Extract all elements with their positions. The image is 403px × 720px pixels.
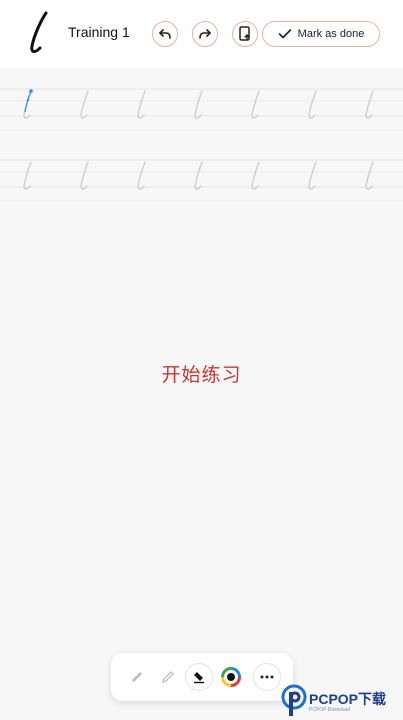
practice-row-1 <box>0 88 403 131</box>
pencil-light-icon <box>161 671 174 684</box>
page-title: Training 1 <box>68 24 130 40</box>
guide-letter <box>80 161 89 190</box>
practice-grid[interactable] <box>0 68 403 208</box>
top-bar: Training 1 Mark as done <box>0 0 403 68</box>
pcpop-logo-icon <box>281 684 307 716</box>
letter-preview-icon <box>30 11 48 54</box>
guide-letter <box>308 161 317 190</box>
mark-as-done-label: Mark as done <box>297 28 365 40</box>
guide-letter <box>137 90 146 119</box>
more-options-button[interactable] <box>253 663 281 691</box>
guide-letter <box>80 90 89 119</box>
guide-letter <box>194 90 203 119</box>
color-wheel-icon <box>221 667 241 687</box>
pencil-icon <box>132 672 142 682</box>
guide-letter <box>194 161 203 190</box>
more-icon <box>260 675 274 679</box>
watermark-subtext: PCPOP Download <box>309 707 351 713</box>
guide-letter <box>365 161 374 190</box>
practice-row-2 <box>0 159 403 202</box>
guide-letter <box>23 161 32 190</box>
phone-export-icon <box>239 26 250 41</box>
start-practice-text: 开始练习 <box>161 365 242 386</box>
guide-letter <box>137 161 146 190</box>
export-button[interactable] <box>232 21 258 47</box>
redo-arrow-icon <box>199 29 211 39</box>
redo-button[interactable] <box>192 21 218 47</box>
guide-letter <box>251 161 260 190</box>
pencil-tool-button[interactable] <box>123 663 151 691</box>
undo-arrow-icon <box>159 29 171 39</box>
eraser-icon <box>194 672 204 684</box>
color-picker-button[interactable] <box>217 663 245 691</box>
guide-letters <box>23 90 374 190</box>
eraser-tool-button[interactable] <box>185 663 213 691</box>
guide-letter <box>365 90 374 119</box>
check-icon <box>278 29 291 39</box>
watermark-text: PCPOP下载 <box>309 691 387 707</box>
guide-letter <box>308 90 317 119</box>
drawing-toolbar <box>111 653 293 701</box>
watermark: PCPOP下载 PCPOP Download <box>280 683 403 720</box>
guide-letter <box>251 90 260 119</box>
mark-as-done-button[interactable]: Mark as done <box>262 21 380 47</box>
undo-button[interactable] <box>152 21 178 47</box>
light-pencil-tool-button[interactable] <box>154 663 182 691</box>
